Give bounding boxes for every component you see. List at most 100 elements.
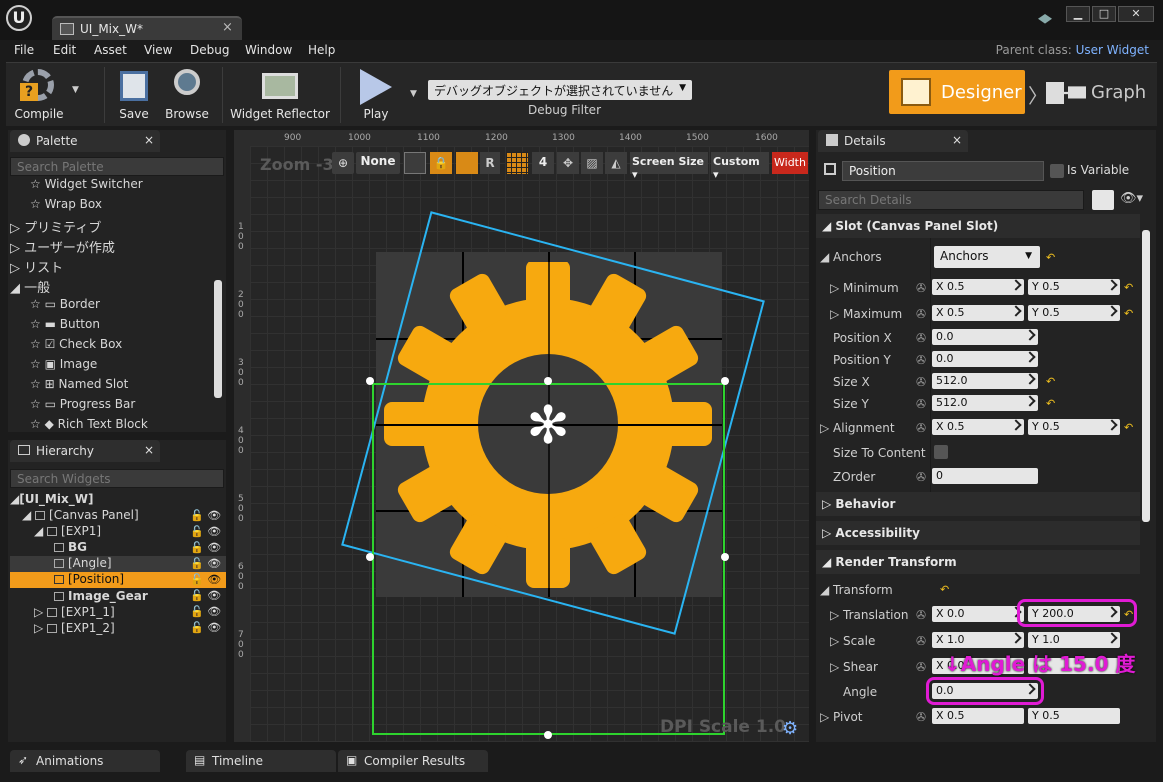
menu-file[interactable]: File (14, 43, 34, 57)
eye-icon[interactable]: 👁▾ (1120, 191, 1143, 206)
minimize-button[interactable]: ▁ (1066, 6, 1090, 22)
scale-y-field[interactable]: Y 1.0 (1028, 632, 1120, 648)
custom-size-select[interactable]: Custom ▾ (711, 152, 769, 181)
position-x-field[interactable]: 0.0 (932, 329, 1038, 345)
palette-item[interactable]: ☆ ▭ Progress Bar (30, 397, 135, 417)
reset-icon[interactable]: ↶ (940, 583, 949, 596)
palette-category[interactable]: ▷ ユーザーが作成 (10, 237, 115, 257)
reset-icon[interactable]: ↶ (1046, 397, 1055, 410)
transform-toggle[interactable] (456, 152, 478, 174)
lock-toggle-icon[interactable]: 🔒 (430, 152, 452, 174)
animations-tab[interactable]: Animations ➶ (10, 750, 160, 772)
debug-object-select[interactable]: デバッグオブジェクトが選択されていません ▼ (428, 80, 692, 100)
pivot-y-field[interactable]: Y 0.5 (1028, 708, 1120, 724)
compile-button[interactable]: ? Compile (10, 67, 68, 123)
width-field[interactable]: Width (772, 152, 808, 174)
play-dropdown-icon[interactable]: ▼ (410, 89, 417, 99)
render-transform-section-header[interactable]: ◢ Render Transform (816, 550, 1140, 574)
screen-size-select[interactable]: Screen Size ▾ (630, 152, 708, 181)
graduation-cap-icon[interactable] (1038, 14, 1052, 24)
alignment-x-field[interactable]: X 0.5 (932, 419, 1024, 435)
dpi-settings-gear-icon[interactable]: ⚙ (782, 718, 798, 739)
minimum-y-field[interactable]: Y 0.5 (1028, 279, 1120, 295)
outline-toggle[interactable] (404, 152, 426, 174)
reset-icon[interactable]: ↶ (1124, 421, 1133, 434)
hierarchy-search-input[interactable]: Search Widgets (10, 469, 224, 488)
hierarchy-row[interactable]: ◢[UI_Mix_W] (10, 492, 226, 508)
palette-scrollbar[interactable] (214, 280, 222, 398)
palette-category[interactable]: ▷ リスト (10, 257, 63, 277)
palette-item[interactable]: ☆ ☑ Check Box (30, 337, 122, 357)
copy-icon[interactable]: ✇ (916, 375, 926, 389)
lock-icon[interactable]: 🔓 👁 (190, 556, 230, 572)
lock-icon[interactable]: 🔓 👁 (190, 588, 230, 604)
size-x-field[interactable]: 512.0 (932, 373, 1038, 389)
copy-icon[interactable]: ✇ (916, 281, 926, 295)
palette-item[interactable]: ☆ ▬ Button (30, 317, 100, 337)
image-icon[interactable]: ▨ (581, 152, 603, 174)
designer-mode-button[interactable]: Designer (889, 70, 1025, 114)
compiler-results-tab[interactable]: Compiler Results ▣ (338, 750, 488, 772)
menu-help[interactable]: Help (308, 43, 335, 57)
close-tab-icon[interactable]: × (222, 20, 233, 35)
selection-box[interactable] (372, 383, 725, 735)
copy-icon[interactable]: ✇ (916, 397, 926, 411)
play-button[interactable]: Play (350, 67, 402, 123)
locale-select[interactable]: None (356, 152, 400, 174)
pivot-x-field[interactable]: X 0.5 (932, 708, 1024, 724)
menu-debug[interactable]: Debug (190, 43, 229, 57)
maximize-button[interactable]: □ (1092, 6, 1116, 22)
palette-category[interactable]: ▷ プリミティブ (10, 217, 101, 237)
palette-item[interactable]: ☆ ◆ Rich Text Block (30, 417, 148, 437)
zorder-field[interactable]: 0 (932, 468, 1038, 484)
minimum-x-field[interactable]: X 0.5 (932, 279, 1024, 295)
copy-icon[interactable]: ✇ (916, 331, 926, 345)
size-y-field[interactable]: 512.0 (932, 395, 1038, 411)
alignment-y-field[interactable]: Y 0.5 (1028, 419, 1120, 435)
maximum-x-field[interactable]: X 0.5 (932, 305, 1024, 321)
palette-search-input[interactable]: Search Palette (10, 157, 224, 176)
copy-icon[interactable]: ✇ (916, 470, 926, 484)
palette-item[interactable]: ☆ ▣ Image (30, 357, 97, 377)
copy-icon[interactable]: ✇ (916, 608, 926, 622)
relative-toggle[interactable]: R (480, 152, 500, 174)
palette-item[interactable]: ☆ ⊞ Named Slot (30, 377, 128, 397)
close-hierarchy-icon[interactable]: × (144, 443, 154, 457)
menu-edit[interactable]: Edit (53, 43, 76, 57)
list-view-icon[interactable] (1092, 190, 1114, 210)
reset-icon[interactable]: ↶ (1124, 307, 1133, 320)
lock-icon[interactable]: 🔓 👁 (190, 540, 230, 556)
copy-icon[interactable]: ✇ (916, 634, 926, 648)
menu-view[interactable]: View (144, 43, 172, 57)
size-to-content-checkbox[interactable] (934, 445, 948, 459)
save-button[interactable]: Save (112, 67, 156, 123)
lock-icon[interactable]: 🔓 👁 (190, 524, 230, 540)
resize-handle[interactable] (544, 377, 552, 385)
resize-handle[interactable] (721, 377, 729, 385)
palette-category[interactable]: ◢ 一般 (10, 277, 50, 297)
resize-handle[interactable] (721, 553, 729, 561)
lock-icon[interactable]: 🔓 👁 (190, 572, 230, 588)
timeline-tab[interactable]: Timeline ▤ (186, 750, 336, 772)
scale-x-field[interactable]: X 1.0 (932, 632, 1024, 648)
close-details-icon[interactable]: × (952, 133, 962, 147)
menu-window[interactable]: Window (245, 43, 292, 57)
resize-handle[interactable] (544, 731, 552, 739)
grid-size-select[interactable]: 4 (532, 152, 554, 174)
widget-reflector-button[interactable]: Widget Reflector (230, 67, 330, 123)
lock-icon[interactable]: 🔓 👁 (190, 620, 230, 636)
close-palette-icon[interactable]: × (144, 133, 154, 147)
palette-item[interactable]: ☆ Widget Switcher (30, 177, 143, 197)
anchors-dropdown[interactable]: Anchors ▼ (934, 246, 1040, 268)
reset-icon[interactable]: ↶ (1124, 281, 1133, 294)
document-tab[interactable]: UI_Mix_W* × (52, 16, 242, 40)
copy-icon[interactable]: ✇ (916, 307, 926, 321)
lock-icon[interactable]: 🔓 👁 (190, 508, 230, 524)
compile-dropdown-icon[interactable]: ▼ (72, 85, 79, 95)
palette-tab[interactable]: Palette × (10, 130, 160, 152)
hierarchy-tab[interactable]: Hierarchy × (10, 440, 160, 462)
behavior-section-header[interactable]: ▷ Behavior (816, 492, 1140, 516)
details-search-input[interactable]: Search Details (818, 190, 1084, 210)
resize-handle[interactable] (366, 377, 374, 385)
reset-icon[interactable]: ↶ (1046, 375, 1055, 388)
